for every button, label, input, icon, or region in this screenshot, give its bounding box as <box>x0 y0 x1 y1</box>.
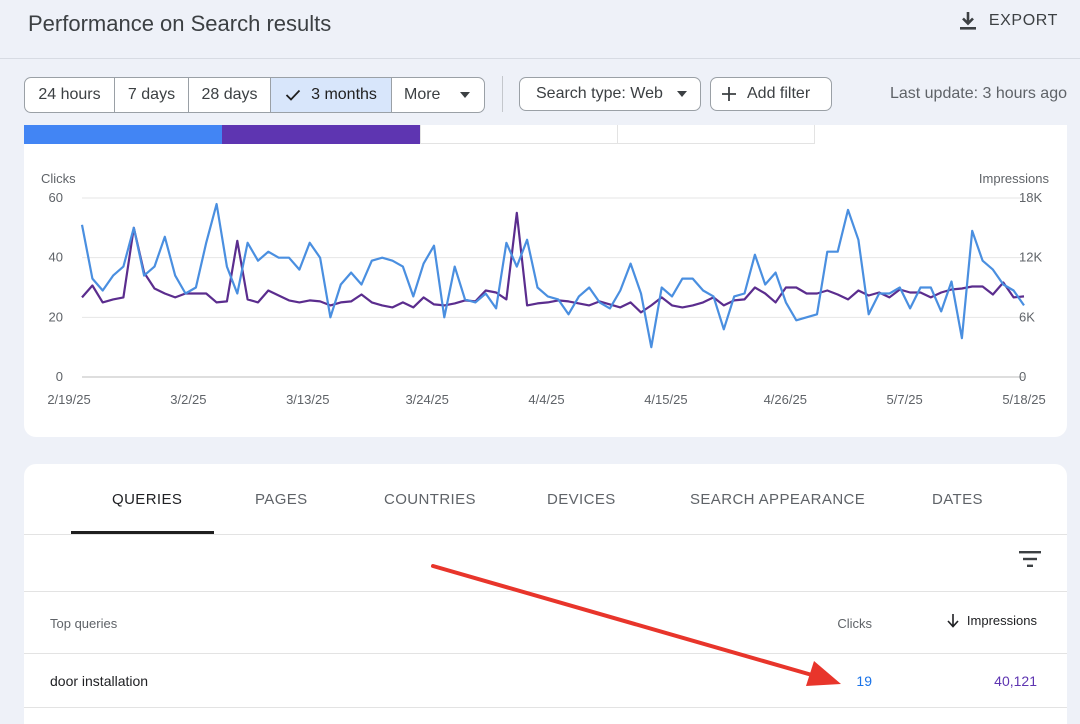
tab-search-appearance[interactable]: SEARCH APPEARANCE <box>690 491 865 508</box>
left-axis-tick-label: 0 <box>56 369 63 384</box>
x-axis-tick-label: 4/4/25 <box>528 392 564 407</box>
clicks-column-header[interactable]: Clicks <box>837 616 872 631</box>
query-cell: door installation <box>50 673 149 689</box>
table-header-row: Top queries Clicks Impressions <box>24 592 1067 654</box>
queries-table-card: QUERIES PAGES COUNTRIES DEVICES SEARCH A… <box>24 464 1067 724</box>
tab-devices[interactable]: DEVICES <box>547 491 616 508</box>
search-type-label: Search type: Web <box>536 85 663 102</box>
top-queries-header: Top queries <box>50 616 118 631</box>
right-axis-tick-label: 0 <box>1019 369 1026 384</box>
range-more-button[interactable]: More <box>392 78 484 112</box>
tab-countries[interactable]: COUNTRIES <box>384 491 476 508</box>
performance-line-chart: Clicks Impressions 0 20 40 60 0 6K 12K 18K 2/1… <box>41 171 1050 407</box>
add-filter-label: Add filter <box>747 85 811 102</box>
dropdown-arrow-icon <box>676 91 687 97</box>
page-title: Performance on Search results <box>28 11 332 36</box>
performance-chart-card: Clicks Impressions 0 20 40 60 0 6K 12K 18K 2/1… <box>24 125 1067 437</box>
header-divider <box>0 58 1080 59</box>
page-header: Performance on Search results EXPORT <box>0 0 1080 60</box>
left-axis-ticks: 0 20 40 60 <box>49 190 63 384</box>
right-axis-tick-label: 18K <box>1019 190 1042 205</box>
export-label: EXPORT <box>988 12 1058 29</box>
clicks-cell: 19 <box>856 673 872 689</box>
tab-queries[interactable]: QUERIES <box>112 491 182 508</box>
filter-separator <box>502 76 503 112</box>
x-axis-tick-label: 3/2/25 <box>170 392 206 407</box>
sort-descending-icon <box>947 613 959 628</box>
tab-dates[interactable]: DATES <box>932 491 983 508</box>
range-28-days-button[interactable]: 28 days <box>189 78 271 112</box>
active-tab-indicator <box>71 531 214 534</box>
dropdown-arrow-icon <box>460 92 471 98</box>
left-axis-tick-label: 60 <box>49 190 63 205</box>
range-24-hours-button[interactable]: 24 hours <box>25 78 115 112</box>
x-axis-tick-label: 2/19/25 <box>47 392 90 407</box>
export-button[interactable]: EXPORT <box>957 10 1058 32</box>
date-range-selector: 24 hours 7 days 28 days 3 months More <box>24 77 485 113</box>
table-filter-row <box>24 535 1067 592</box>
right-axis-label: Impressions <box>979 171 1050 186</box>
right-axis-ticks: 0 6K 12K 18K <box>1019 190 1042 384</box>
tab-pages[interactable]: PAGES <box>255 491 308 508</box>
clicks-series-line <box>80 202 1025 349</box>
x-axis-tick-label: 5/7/25 <box>887 392 923 407</box>
last-update-text: Last update: 3 hours ago <box>889 85 1067 102</box>
x-axis-tick-label: 4/26/25 <box>764 392 807 407</box>
add-filter-button[interactable]: Add filter <box>710 77 832 111</box>
x-axis-tick-label: 3/13/25 <box>286 392 329 407</box>
filter-icon[interactable] <box>1019 551 1041 567</box>
x-axis-tick-label: 3/24/25 <box>405 392 448 407</box>
left-axis-tick-label: 40 <box>49 250 63 265</box>
range-7-days-button[interactable]: 7 days <box>115 78 189 112</box>
range-3-months-button[interactable]: 3 months <box>271 78 392 112</box>
right-axis-tick-label: 6K <box>1019 309 1035 324</box>
left-axis-tick-label: 20 <box>49 309 63 324</box>
download-icon <box>959 12 976 30</box>
left-axis-label: Clicks <box>41 171 76 186</box>
dimension-tabs: QUERIES PAGES COUNTRIES DEVICES SEARCH A… <box>24 464 1067 535</box>
table-row[interactable]: door installation 19 40,121 <box>24 654 1067 708</box>
x-axis-ticks: 2/19/25 3/2/25 3/13/25 3/24/25 4/4/25 4/15/25… <box>47 392 1045 407</box>
chart-gridlines <box>82 197 1024 378</box>
right-axis-tick-label: 12K <box>1019 250 1042 265</box>
x-axis-tick-label: 5/18/25 <box>1002 392 1045 407</box>
x-axis-tick-label: 4/15/25 <box>644 392 687 407</box>
impressions-column-header[interactable]: Impressions <box>947 613 1037 628</box>
chart-series <box>80 202 1025 349</box>
check-icon <box>285 89 301 101</box>
plus-icon <box>722 87 736 101</box>
impressions-cell: 40,121 <box>994 673 1037 689</box>
search-type-dropdown[interactable]: Search type: Web <box>519 77 701 111</box>
